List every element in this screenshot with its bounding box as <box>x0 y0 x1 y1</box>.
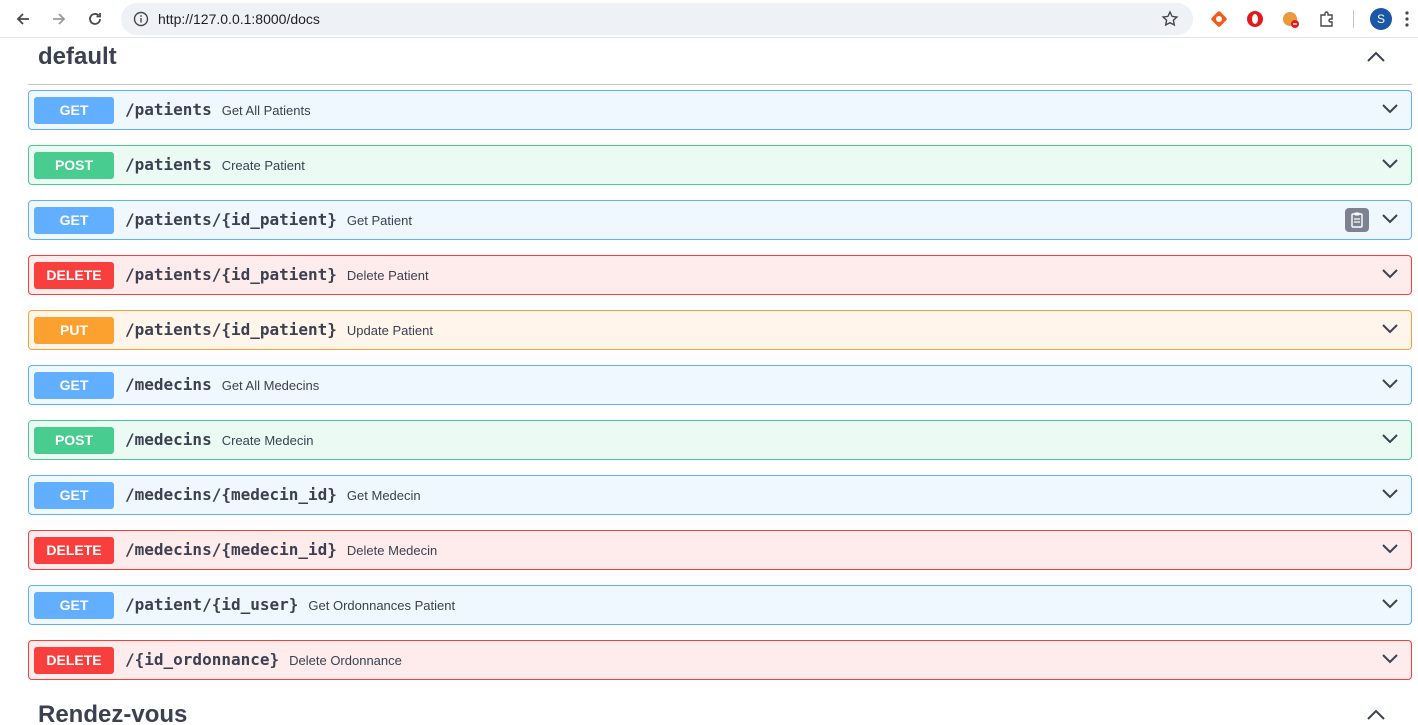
operation-summary: Create Medecin <box>221 433 314 448</box>
bookmark-star-icon[interactable] <box>1161 10 1179 28</box>
tag-section-rendez-vous[interactable]: Rendez-vous <box>28 697 1412 725</box>
method-badge: DELETE <box>34 647 114 674</box>
chevron-down-icon[interactable] <box>1381 158 1399 170</box>
toolbar-divider <box>1353 10 1354 28</box>
chevron-down-icon[interactable] <box>1381 323 1399 335</box>
operation-get-ordonnances-patient[interactable]: GET /patient/{id_user} Get Ordonnances Pa… <box>28 585 1412 625</box>
operation-summary: Delete Medecin <box>346 543 438 558</box>
operation-delete-patient[interactable]: DELETE /patients/{id_patient} Delete Pati… <box>28 255 1412 295</box>
copy-to-clipboard-button[interactable] <box>1345 208 1369 232</box>
operation-summary: Create Patient <box>221 158 305 173</box>
chevron-down-icon[interactable] <box>1381 488 1399 500</box>
operation-put-patient[interactable]: PUT /patients/{id_patient} Update Patient <box>28 310 1412 350</box>
back-arrow-icon[interactable] <box>11 7 35 31</box>
url-text[interactable]: http://127.0.0.1:8000/docs <box>158 3 320 35</box>
browser-menu-icon[interactable] <box>1404 10 1410 28</box>
operation-path: /patients/{id_patient} <box>125 320 337 339</box>
operation-get-patients[interactable]: GET /patients Get All Patients <box>28 90 1412 130</box>
operation-summary: Get Medecin <box>346 488 421 503</box>
chevron-down-icon[interactable] <box>1381 543 1399 555</box>
method-badge: POST <box>34 152 114 179</box>
chevron-down-icon[interactable] <box>1381 268 1399 280</box>
extension-orange-diamond-icon[interactable] <box>1209 9 1229 29</box>
operation-post-medecins[interactable]: POST /medecins Create Medecin <box>28 420 1412 460</box>
operation-get-medecin[interactable]: GET /medecins/{medecin_id} Get Medecin <box>28 475 1412 515</box>
operation-delete-medecin[interactable]: DELETE /medecins/{medecin_id} Delete Mede… <box>28 530 1412 570</box>
operation-summary: Get All Medecins <box>221 378 320 393</box>
operation-path: /medecins <box>125 375 212 394</box>
method-badge: GET <box>34 97 114 124</box>
operation-summary: Delete Ordonnance <box>289 653 402 668</box>
chevron-up-icon[interactable] <box>1366 49 1386 63</box>
operation-summary: Get Patient <box>346 213 412 228</box>
chevron-down-icon[interactable] <box>1381 598 1399 610</box>
operation-summary: Update Patient <box>346 323 433 338</box>
chevron-up-icon[interactable] <box>1366 707 1386 721</box>
operation-path: /patient/{id_user} <box>125 595 299 614</box>
operation-path: /medecins/{medecin_id} <box>125 485 337 504</box>
operation-get-medecins[interactable]: GET /medecins Get All Medecins <box>28 365 1412 405</box>
operation-path: /patients/{id_patient} <box>125 210 337 229</box>
chevron-down-icon[interactable] <box>1381 653 1399 665</box>
method-badge: GET <box>34 207 114 234</box>
tag-section-default[interactable]: default <box>28 39 1412 85</box>
operation-path: /medecins/{medecin_id} <box>125 540 337 559</box>
operation-delete-ordonnance[interactable]: DELETE /{id_ordonnance} Delete Ordonnance <box>28 640 1412 680</box>
chevron-down-icon[interactable] <box>1381 103 1399 115</box>
extensions-puzzle-icon[interactable] <box>1317 9 1337 29</box>
operation-get-patient[interactable]: GET /patients/{id_patient} Get Patient <box>28 200 1412 240</box>
extension-cookie-icon[interactable] <box>1281 9 1301 29</box>
chevron-down-icon[interactable] <box>1381 378 1399 390</box>
method-badge: POST <box>34 427 114 454</box>
swagger-content: default GET /patients Get All Patients PO… <box>0 39 1418 725</box>
operation-path: /patients <box>125 155 212 174</box>
method-badge: DELETE <box>34 262 114 289</box>
address-bar[interactable]: http://127.0.0.1:8000/docs <box>121 3 1193 35</box>
profile-avatar[interactable]: S <box>1370 8 1392 30</box>
operation-summary: Delete Patient <box>346 268 429 283</box>
method-badge: GET <box>34 372 114 399</box>
operation-path: /medecins <box>125 430 212 449</box>
chevron-down-icon[interactable] <box>1381 213 1399 225</box>
tag-title: Rendez-vous <box>38 701 188 725</box>
operation-path: /patients <box>125 100 212 119</box>
operation-post-patients[interactable]: POST /patients Create Patient <box>28 145 1412 185</box>
site-info-icon[interactable] <box>133 11 149 27</box>
reload-icon[interactable] <box>83 7 107 31</box>
clipboard-icon <box>1351 212 1363 228</box>
method-badge: PUT <box>34 317 114 344</box>
operation-summary: Get Ordonnances Patient <box>308 598 456 613</box>
tag-title: default <box>38 43 117 70</box>
method-badge: GET <box>34 592 114 619</box>
chevron-down-icon[interactable] <box>1381 433 1399 445</box>
operation-path: /{id_ordonnance} <box>125 650 280 669</box>
browser-toolbar: http://127.0.0.1:8000/docs S <box>0 0 1418 38</box>
forward-arrow-icon[interactable] <box>47 7 71 31</box>
operation-summary: Get All Patients <box>221 103 311 118</box>
method-badge: DELETE <box>34 537 114 564</box>
extension-red-shield-icon[interactable] <box>1245 9 1265 29</box>
method-badge: GET <box>34 482 114 509</box>
operation-path: /patients/{id_patient} <box>125 265 337 284</box>
